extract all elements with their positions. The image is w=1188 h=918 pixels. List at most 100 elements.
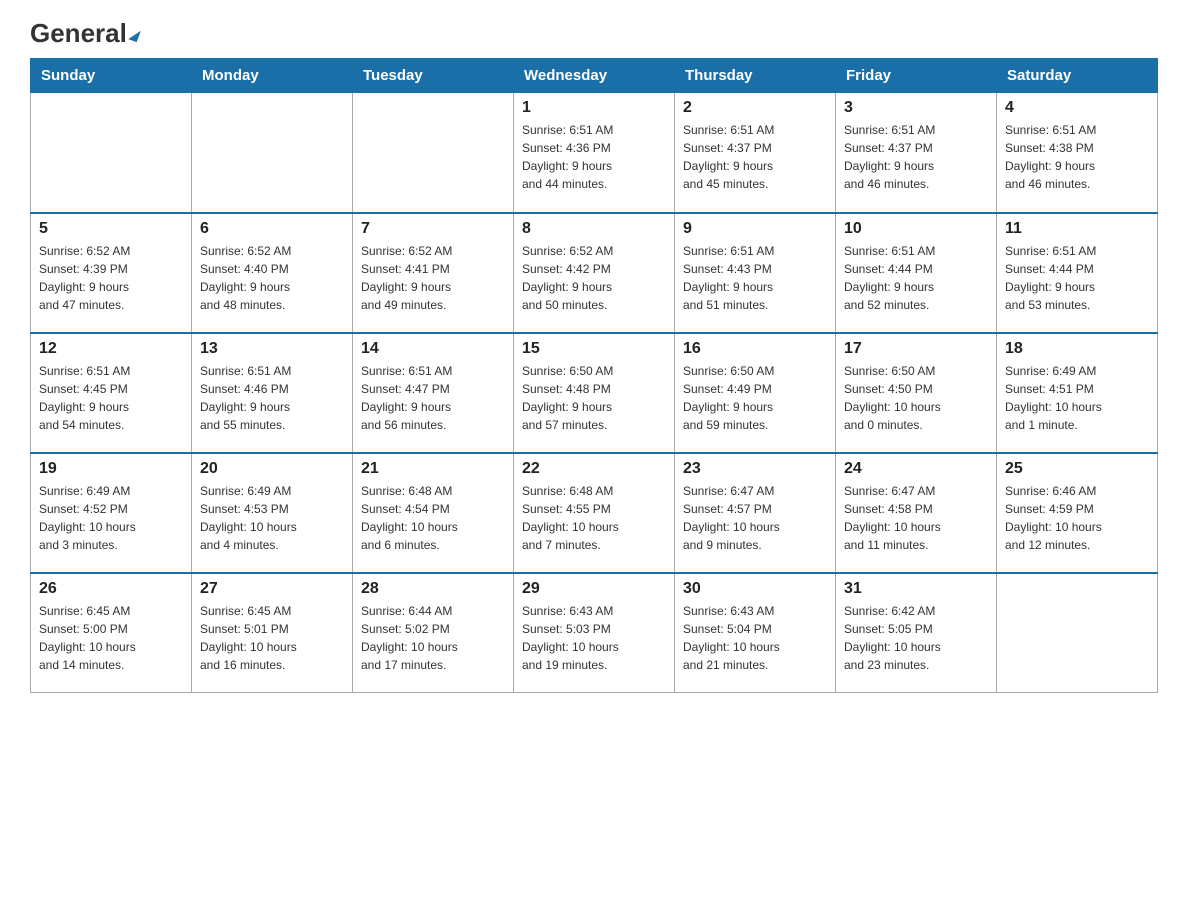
- day-number: 21: [361, 460, 505, 478]
- calendar-cell: 9 Sunrise: 6:51 AMSunset: 4:43 PMDaylight…: [675, 213, 836, 333]
- calendar-cell: 27Sunrise: 6:45 AMSunset: 5:01 PMDayligh…: [192, 573, 353, 693]
- calendar-cell: 8 Sunrise: 6:52 AMSunset: 4:42 PMDaylight…: [514, 213, 675, 333]
- calendar-cell: [31, 93, 192, 213]
- day-info: Sunrise: 6:50 AMSunset: 4:49 PMDaylight:…: [683, 362, 827, 434]
- calendar-cell: 29Sunrise: 6:43 AMSunset: 5:03 PMDayligh…: [514, 573, 675, 693]
- day-info: Sunrise: 6:44 AMSunset: 5:02 PMDaylight:…: [361, 602, 505, 674]
- day-number: 9: [683, 220, 827, 238]
- day-info: Sunrise: 6:52 AMSunset: 4:42 PMDaylight:…: [522, 242, 666, 314]
- day-info: Sunrise: 6:51 AMSunset: 4:37 PMDaylight:…: [844, 121, 988, 193]
- day-number: 12: [39, 340, 183, 358]
- calendar-cell: 18 Sunrise: 6:49 AMSunset: 4:51 PMDayligh…: [997, 333, 1158, 453]
- page-header: General: [30, 20, 1158, 48]
- day-number: 26: [39, 580, 183, 598]
- day-info: Sunrise: 6:51 AMSunset: 4:47 PMDaylight:…: [361, 362, 505, 434]
- day-number: 5: [39, 220, 183, 238]
- calendar-cell: 10 Sunrise: 6:51 AMSunset: 4:44 PMDayligh…: [836, 213, 997, 333]
- day-info: Sunrise: 6:51 AMSunset: 4:44 PMDaylight:…: [1005, 242, 1149, 314]
- calendar-cell: 5 Sunrise: 6:52 AMSunset: 4:39 PMDaylight…: [31, 213, 192, 333]
- day-info: Sunrise: 6:51 AMSunset: 4:46 PMDaylight:…: [200, 362, 344, 434]
- calendar-cell: 25 Sunrise: 6:46 AMSunset: 4:59 PMDayligh…: [997, 453, 1158, 573]
- calendar-cell: 7 Sunrise: 6:52 AMSunset: 4:41 PMDaylight…: [353, 213, 514, 333]
- calendar-cell: 21 Sunrise: 6:48 AMSunset: 4:54 PMDayligh…: [353, 453, 514, 573]
- day-info: Sunrise: 6:51 AMSunset: 4:37 PMDaylight:…: [683, 121, 827, 193]
- day-number: 20: [200, 460, 344, 478]
- weekday-header-sunday: Sunday: [31, 59, 192, 93]
- day-number: 23: [683, 460, 827, 478]
- day-info: Sunrise: 6:45 AMSunset: 5:01 PMDaylight:…: [200, 602, 344, 674]
- calendar-cell: [192, 93, 353, 213]
- logo-general-text: General: [30, 20, 139, 46]
- day-info: Sunrise: 6:48 AMSunset: 4:55 PMDaylight:…: [522, 482, 666, 554]
- calendar-cell: 15Sunrise: 6:50 AMSunset: 4:48 PMDayligh…: [514, 333, 675, 453]
- calendar-cell: 30 Sunrise: 6:43 AMSunset: 5:04 PMDayligh…: [675, 573, 836, 693]
- calendar-cell: 1 Sunrise: 6:51 AMSunset: 4:36 PMDaylight…: [514, 93, 675, 213]
- calendar-cell: 20 Sunrise: 6:49 AMSunset: 4:53 PMDayligh…: [192, 453, 353, 573]
- calendar-cell: 31Sunrise: 6:42 AMSunset: 5:05 PMDayligh…: [836, 573, 997, 693]
- day-number: 30: [683, 580, 827, 598]
- calendar-header-row: SundayMondayTuesdayWednesdayThursdayFrid…: [31, 59, 1158, 93]
- day-info: Sunrise: 6:52 AMSunset: 4:39 PMDaylight:…: [39, 242, 183, 314]
- calendar-cell: 6 Sunrise: 6:52 AMSunset: 4:40 PMDaylight…: [192, 213, 353, 333]
- day-number: 18: [1005, 340, 1149, 358]
- logo-arrow-icon: [128, 28, 141, 42]
- day-info: Sunrise: 6:45 AMSunset: 5:00 PMDaylight:…: [39, 602, 183, 674]
- calendar-cell: 16 Sunrise: 6:50 AMSunset: 4:49 PMDayligh…: [675, 333, 836, 453]
- day-info: Sunrise: 6:51 AMSunset: 4:45 PMDaylight:…: [39, 362, 183, 434]
- day-info: Sunrise: 6:49 AMSunset: 4:51 PMDaylight:…: [1005, 362, 1149, 434]
- calendar-week-row: 26 Sunrise: 6:45 AMSunset: 5:00 PMDayligh…: [31, 573, 1158, 693]
- day-info: Sunrise: 6:51 AMSunset: 4:44 PMDaylight:…: [844, 242, 988, 314]
- day-number: 4: [1005, 99, 1149, 117]
- calendar-cell: 24 Sunrise: 6:47 AMSunset: 4:58 PMDayligh…: [836, 453, 997, 573]
- day-number: 25: [1005, 460, 1149, 478]
- calendar-week-row: 5 Sunrise: 6:52 AMSunset: 4:39 PMDaylight…: [31, 213, 1158, 333]
- day-number: 28: [361, 580, 505, 598]
- day-info: Sunrise: 6:52 AMSunset: 4:41 PMDaylight:…: [361, 242, 505, 314]
- day-info: Sunrise: 6:47 AMSunset: 4:58 PMDaylight:…: [844, 482, 988, 554]
- calendar-cell: 2 Sunrise: 6:51 AMSunset: 4:37 PMDaylight…: [675, 93, 836, 213]
- calendar-cell: 22 Sunrise: 6:48 AMSunset: 4:55 PMDayligh…: [514, 453, 675, 573]
- day-number: 11: [1005, 220, 1149, 238]
- weekday-header-saturday: Saturday: [997, 59, 1158, 93]
- day-number: 14: [361, 340, 505, 358]
- day-number: 17: [844, 340, 988, 358]
- day-number: 8: [522, 220, 666, 238]
- day-number: 6: [200, 220, 344, 238]
- day-number: 10: [844, 220, 988, 238]
- weekday-header-tuesday: Tuesday: [353, 59, 514, 93]
- calendar-cell: 12 Sunrise: 6:51 AMSunset: 4:45 PMDayligh…: [31, 333, 192, 453]
- day-number: 7: [361, 220, 505, 238]
- day-info: Sunrise: 6:46 AMSunset: 4:59 PMDaylight:…: [1005, 482, 1149, 554]
- day-number: 13: [200, 340, 344, 358]
- day-info: Sunrise: 6:49 AMSunset: 4:53 PMDaylight:…: [200, 482, 344, 554]
- day-number: 16: [683, 340, 827, 358]
- calendar-cell: [353, 93, 514, 213]
- day-number: 29: [522, 580, 666, 598]
- calendar-week-row: 1 Sunrise: 6:51 AMSunset: 4:36 PMDaylight…: [31, 93, 1158, 213]
- day-number: 2: [683, 99, 827, 117]
- calendar-cell: 17Sunrise: 6:50 AMSunset: 4:50 PMDayligh…: [836, 333, 997, 453]
- day-number: 15: [522, 340, 666, 358]
- calendar-cell: 19 Sunrise: 6:49 AMSunset: 4:52 PMDayligh…: [31, 453, 192, 573]
- day-number: 1: [522, 99, 666, 117]
- day-info: Sunrise: 6:51 AMSunset: 4:36 PMDaylight:…: [522, 121, 666, 193]
- day-info: Sunrise: 6:43 AMSunset: 5:04 PMDaylight:…: [683, 602, 827, 674]
- calendar-cell: 3Sunrise: 6:51 AMSunset: 4:37 PMDaylight…: [836, 93, 997, 213]
- day-number: 24: [844, 460, 988, 478]
- calendar-cell: 11 Sunrise: 6:51 AMSunset: 4:44 PMDayligh…: [997, 213, 1158, 333]
- calendar-cell: 23 Sunrise: 6:47 AMSunset: 4:57 PMDayligh…: [675, 453, 836, 573]
- day-info: Sunrise: 6:51 AMSunset: 4:43 PMDaylight:…: [683, 242, 827, 314]
- calendar-cell: 28 Sunrise: 6:44 AMSunset: 5:02 PMDayligh…: [353, 573, 514, 693]
- calendar-cell: 4Sunrise: 6:51 AMSunset: 4:38 PMDaylight…: [997, 93, 1158, 213]
- calendar-table: SundayMondayTuesdayWednesdayThursdayFrid…: [30, 58, 1158, 693]
- day-info: Sunrise: 6:47 AMSunset: 4:57 PMDaylight:…: [683, 482, 827, 554]
- day-info: Sunrise: 6:49 AMSunset: 4:52 PMDaylight:…: [39, 482, 183, 554]
- day-info: Sunrise: 6:48 AMSunset: 4:54 PMDaylight:…: [361, 482, 505, 554]
- calendar-cell: 14 Sunrise: 6:51 AMSunset: 4:47 PMDayligh…: [353, 333, 514, 453]
- weekday-header-wednesday: Wednesday: [514, 59, 675, 93]
- day-number: 31: [844, 580, 988, 598]
- calendar-week-row: 19 Sunrise: 6:49 AMSunset: 4:52 PMDayligh…: [31, 453, 1158, 573]
- day-number: 22: [522, 460, 666, 478]
- day-info: Sunrise: 6:52 AMSunset: 4:40 PMDaylight:…: [200, 242, 344, 314]
- day-number: 19: [39, 460, 183, 478]
